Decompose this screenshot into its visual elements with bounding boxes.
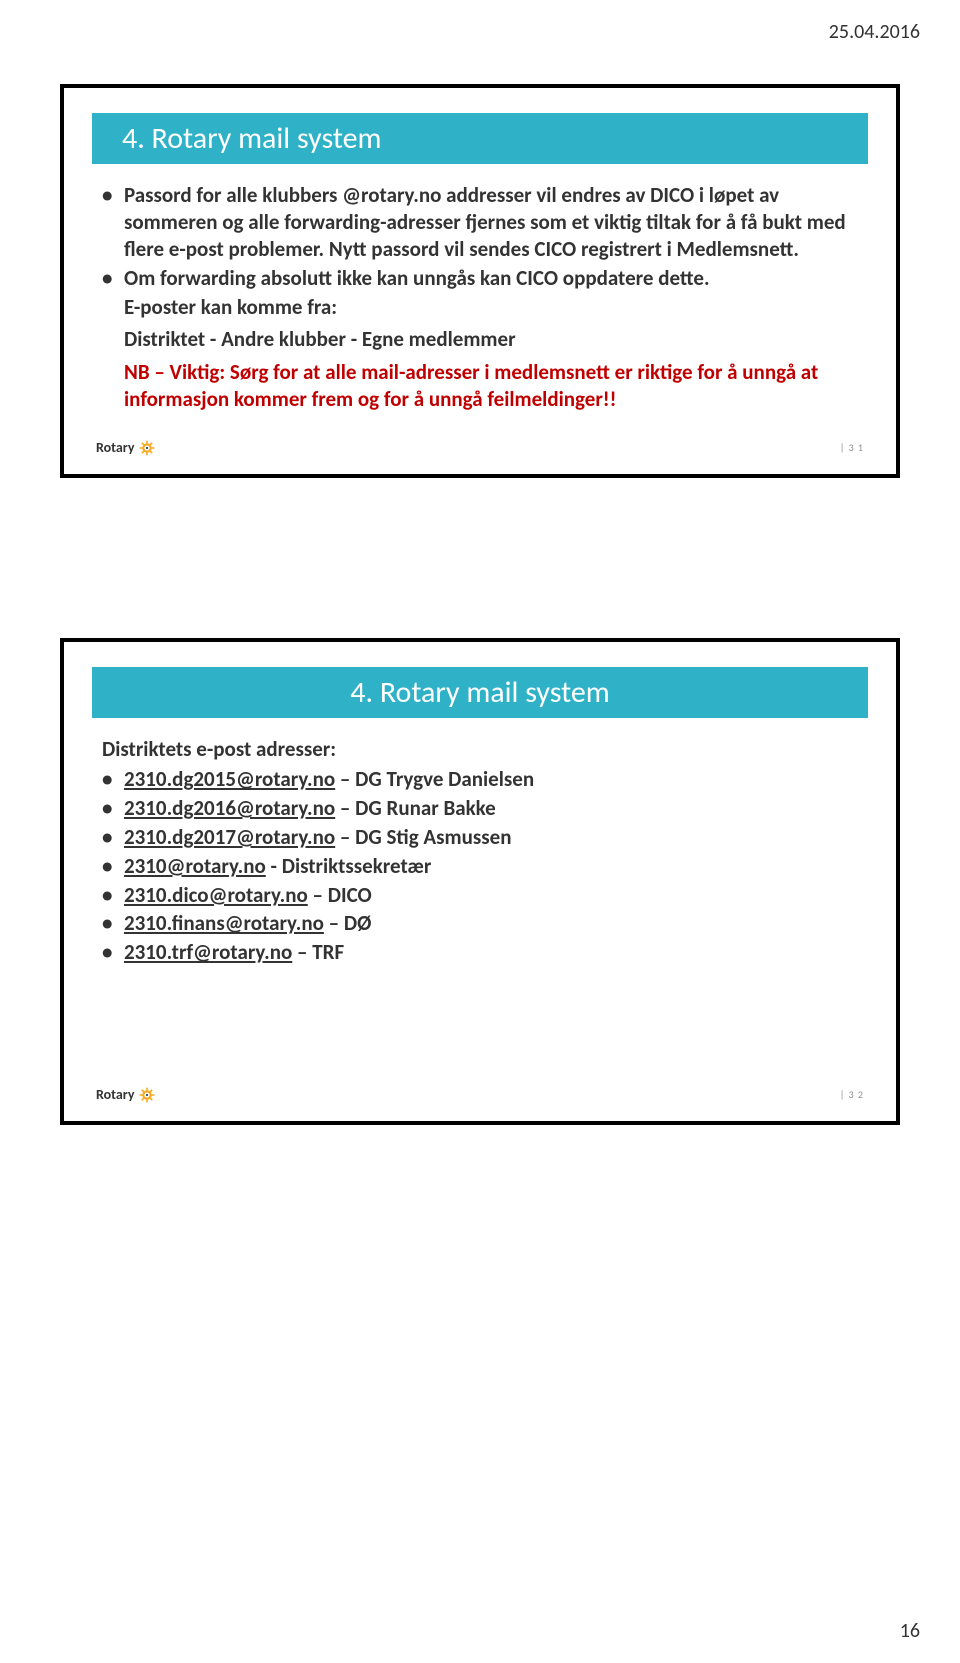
address-item: 2310@rotary.no - Distriktssekretær bbox=[102, 853, 858, 880]
slide-32: 4. Rotary mail system Distriktets e-post… bbox=[60, 638, 900, 1125]
email-address: 2310.dg2015@rotary.no bbox=[124, 766, 335, 792]
email-address: 2310.dico@rotary.no bbox=[124, 882, 308, 908]
address-label: – DG Stig Asmussen bbox=[335, 824, 511, 850]
address-label: - Distriktssekretær bbox=[266, 853, 432, 879]
address-item: 2310.trf@rotary.no – TRF bbox=[102, 939, 858, 966]
bullet-list: Passord for alle klubbers @rotary.no add… bbox=[92, 182, 868, 292]
address-item: 2310.dico@rotary.no – DICO bbox=[102, 882, 858, 909]
rotary-logo: Rotary bbox=[96, 1086, 155, 1103]
email-address: 2310.finans@rotary.no bbox=[124, 910, 324, 936]
rotary-word: Rotary bbox=[96, 439, 134, 456]
slide-31: 4. Rotary mail system Passord for alle k… bbox=[60, 84, 900, 478]
address-item: 2310.dg2015@rotary.no – DG Trygve Daniel… bbox=[102, 766, 858, 793]
email-address: 2310.dg2017@rotary.no bbox=[124, 824, 335, 850]
subheading: Distriktets e-post adresser: bbox=[102, 736, 858, 762]
address-label: – DICO bbox=[308, 882, 372, 908]
bullet-item: Om forwarding absolutt ikke kan unngås k… bbox=[102, 265, 858, 292]
paragraph: E-poster kan komme fra: bbox=[124, 294, 858, 321]
bullet-item: Passord for alle klubbers @rotary.no add… bbox=[102, 182, 858, 263]
address-label: – DG Trygve Danielsen bbox=[335, 766, 534, 792]
page: 25.04.2016 4. Rotary mail system Passord… bbox=[0, 0, 960, 1663]
header-date: 25.04.2016 bbox=[60, 20, 920, 44]
address-item: 2310.finans@rotary.no – DØ bbox=[102, 910, 858, 937]
rotary-logo: Rotary bbox=[96, 439, 155, 456]
address-label: – DG Runar Bakke bbox=[335, 795, 496, 821]
slide-title: 4. Rotary mail system bbox=[92, 667, 868, 718]
slide-footer: Rotary bbox=[92, 1086, 868, 1103]
email-address: 2310.trf@rotary.no bbox=[124, 939, 292, 965]
slide-page-number: | 3 1 bbox=[840, 441, 864, 454]
highlight-paragraph: NB – Viktig: Sørg for at alle mail-adres… bbox=[124, 359, 858, 413]
rotary-word: Rotary bbox=[96, 1086, 134, 1103]
address-label: – TRF bbox=[292, 939, 344, 965]
address-label: – DØ bbox=[324, 910, 372, 936]
paragraph: Distriktet - Andre klubber - Egne medlem… bbox=[124, 326, 858, 353]
address-item: 2310.dg2017@rotary.no – DG Stig Asmussen bbox=[102, 824, 858, 851]
email-address: 2310@rotary.no bbox=[124, 853, 266, 879]
address-item: 2310.dg2016@rotary.no – DG Runar Bakke bbox=[102, 795, 858, 822]
email-address: 2310.dg2016@rotary.no bbox=[124, 795, 335, 821]
rotary-wheel-icon bbox=[139, 1087, 155, 1103]
slide-page-number: | 3 2 bbox=[840, 1088, 864, 1101]
address-list: 2310.dg2015@rotary.no – DG Trygve Daniel… bbox=[92, 766, 868, 966]
slide-title: 4. Rotary mail system bbox=[92, 113, 868, 164]
footer-page-number: 16 bbox=[900, 1619, 920, 1643]
slide-footer: Rotary bbox=[92, 439, 868, 456]
rotary-wheel-icon bbox=[139, 440, 155, 456]
